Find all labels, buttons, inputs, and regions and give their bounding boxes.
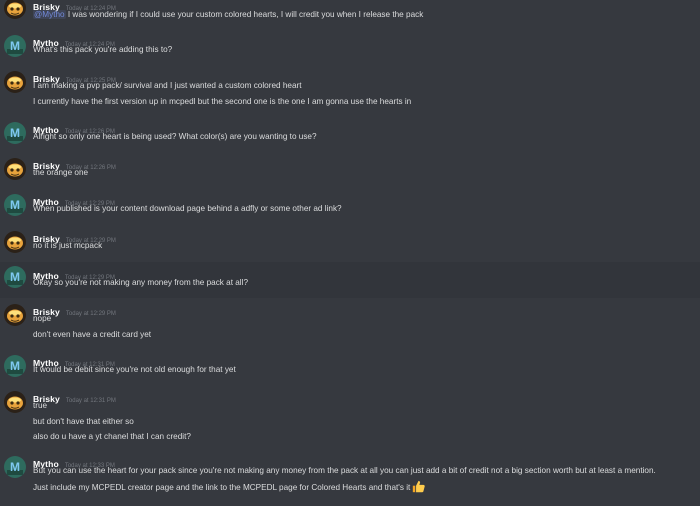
message-text: but don't have that either so xyxy=(33,417,134,426)
mytho-avatar-icon[interactable]: M xyxy=(4,35,26,57)
svg-text:M: M xyxy=(10,460,20,474)
message-group: M Mytho Today at 12:26 PM Alright so only… xyxy=(0,120,700,150)
mytho-avatar-icon[interactable]: M xyxy=(4,266,26,288)
mytho-avatar-icon[interactable]: M xyxy=(4,456,26,478)
message-group: M Mytho Today at 12:33 PM But you can use… xyxy=(0,454,700,500)
message-group: M Mytho Today at 12:31 PM It would be deb… xyxy=(0,353,700,383)
message-text: no it is just mcpack xyxy=(33,241,103,250)
message-header: Brisky Today at 12:24 PM xyxy=(33,0,116,12)
message-text: When published is your content download … xyxy=(33,204,342,213)
thumbs-up-icon[interactable] xyxy=(412,480,426,497)
message-group: Brisky Today at 12:29 PM no it is just mc… xyxy=(0,229,700,259)
message-text: But you can use the heart for your pack … xyxy=(33,466,656,475)
svg-text:M: M xyxy=(10,359,20,373)
message-group: Brisky Today at 12:24 PM @Mytho I was won… xyxy=(0,0,700,27)
chat-messages: Brisky Today at 12:24 PM @Mytho I was won… xyxy=(0,0,700,506)
user-mention[interactable]: @Mytho xyxy=(33,10,66,19)
timestamp: Today at 12:31 PM xyxy=(65,398,116,404)
brisky-avatar-icon[interactable] xyxy=(4,71,26,93)
brisky-avatar-icon[interactable] xyxy=(4,391,26,413)
mytho-avatar-icon[interactable]: M xyxy=(4,194,26,216)
message-text: the orange one xyxy=(33,168,89,177)
message-text: Okay so you're not making any money from… xyxy=(33,278,248,287)
svg-text:M: M xyxy=(10,198,20,212)
message-text: Just include my MCPEDL creator page and … xyxy=(33,480,426,497)
message-group: M Mytho Today at 12:29 PM Okay so you're … xyxy=(0,262,700,298)
message-group: M Mytho Today at 12:29 PM When published … xyxy=(0,192,700,222)
svg-text:M: M xyxy=(10,126,20,140)
message-text: true xyxy=(33,401,48,410)
message-text: also do u have a yt chanel that I can cr… xyxy=(33,432,191,441)
message-text: don't even have a credit card yet xyxy=(33,330,152,339)
message-group: Brisky Today at 12:25 PM I am making a pv… xyxy=(0,69,700,111)
message-text: nope xyxy=(33,314,52,323)
message-group: Brisky Today at 12:29 PM nope don't even … xyxy=(0,302,700,344)
mytho-avatar-icon[interactable]: M xyxy=(4,355,26,377)
message-group: Brisky Today at 12:26 PM the orange one xyxy=(0,156,700,186)
svg-text:M: M xyxy=(10,39,20,53)
brisky-avatar-icon[interactable] xyxy=(4,231,26,253)
brisky-avatar-icon[interactable] xyxy=(4,0,26,19)
message-text: It would be debit since you're not old e… xyxy=(33,365,236,374)
message-text: @Mytho I was wondering if I could use yo… xyxy=(33,10,424,19)
mytho-avatar-icon[interactable]: M xyxy=(4,122,26,144)
message-group: M Mytho Today at 12:24 PM What's this pac… xyxy=(0,33,700,63)
message-text: I am making a pvp pack/ survival and I j… xyxy=(33,81,302,90)
message-text: Alright so only one heart is being used?… xyxy=(33,132,317,141)
message-group: Brisky Today at 12:31 PM true but don't h… xyxy=(0,389,700,447)
message-text: What's this pack you're adding this to? xyxy=(33,45,173,54)
brisky-avatar-icon[interactable] xyxy=(4,158,26,180)
message-text: I currently have the first version up in… xyxy=(33,97,412,106)
svg-text:M: M xyxy=(10,270,20,284)
timestamp: Today at 12:29 PM xyxy=(65,311,116,317)
brisky-avatar-icon[interactable] xyxy=(4,304,26,326)
